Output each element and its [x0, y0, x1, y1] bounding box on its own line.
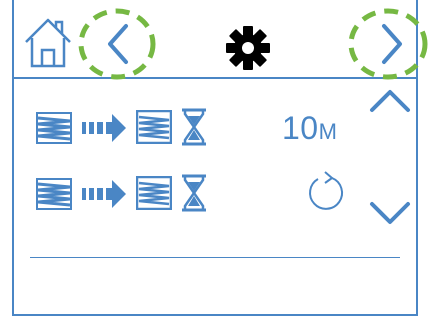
back-button[interactable] [78, 8, 156, 80]
gear-icon [226, 26, 270, 70]
arrow-right-icon [82, 180, 126, 208]
filter-icon [36, 112, 72, 144]
next-button[interactable] [348, 8, 430, 80]
content-divider [30, 257, 400, 258]
chevron-down-icon [370, 202, 410, 224]
filter-icon [136, 176, 172, 210]
arrow-right-icon [82, 114, 126, 142]
hourglass-icon [182, 108, 206, 146]
hourglass-icon [182, 174, 206, 212]
home-button[interactable] [22, 14, 74, 70]
chevron-up-icon [370, 90, 410, 112]
filter-icon [36, 178, 72, 210]
filter-icon [136, 110, 172, 144]
timer-value-number: 10 [282, 110, 319, 146]
settings-indicator[interactable] [224, 24, 272, 72]
chevron-right-icon [382, 24, 402, 64]
reset-button[interactable] [304, 170, 346, 214]
chevron-left-icon [108, 24, 128, 64]
timer-value: 10M [282, 110, 337, 150]
home-icon [25, 18, 71, 68]
scroll-up-button[interactable] [366, 84, 414, 118]
timer-value-unit: M [318, 119, 338, 144]
reset-icon [309, 171, 344, 210]
scroll-down-button[interactable] [366, 196, 414, 230]
